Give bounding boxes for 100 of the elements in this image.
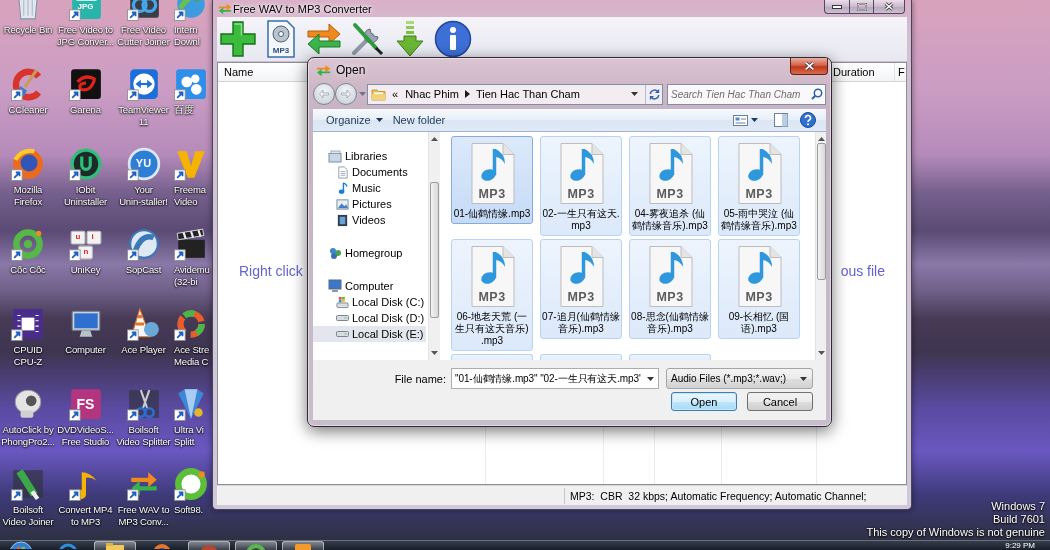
desktop-shortcut[interactable]: Cốc Cốc	[0, 225, 56, 276]
back-button[interactable]	[313, 83, 335, 105]
chevron-right-icon[interactable]	[464, 90, 470, 98]
desktop-shortcut[interactable]: Avidemu (32-bi	[172, 225, 212, 288]
arrow-down-icon[interactable]	[817, 351, 825, 355]
file-tile[interactable]: MP3 05-雨中哭泣 (仙 鹤情缘音乐).mp3	[718, 136, 800, 236]
nav-item[interactable]: Local Disk (E:)	[313, 326, 426, 342]
system-notice-text: This copy of Windows is not genuine	[866, 526, 1045, 539]
search-field[interactable]: Search Tien Hac Than Cham	[667, 83, 826, 105]
desktop-shortcut[interactable]: Ultra Vi Splitt	[172, 385, 212, 448]
arrow-up-icon[interactable]	[817, 137, 825, 141]
nav-item[interactable]: Local Disk (D:)	[313, 310, 426, 326]
desktop-shortcut[interactable]: Boilsoft Video Splitter	[115, 385, 172, 448]
taskbar-button[interactable]	[94, 541, 136, 550]
desktop-shortcut[interactable]: CPUID CPU-Z	[0, 305, 56, 368]
refresh-button[interactable]	[645, 84, 662, 104]
hint-text: ous file	[840, 263, 885, 279]
caret-icon[interactable]	[751, 118, 758, 122]
swap-arrows-icon	[316, 62, 331, 78]
taskbar-button[interactable]	[188, 541, 230, 550]
plus-icon[interactable]	[219, 20, 257, 58]
file-type-dropdown[interactable]: Audio Files (*.mp3;*.wav;)	[666, 368, 813, 389]
command-button[interactable]: Organize	[321, 111, 388, 129]
picture-icon	[336, 197, 349, 211]
maximize-button[interactable]	[849, 0, 874, 14]
folder-icon	[371, 87, 386, 101]
desktop-shortcut[interactable]: Freema Video	[172, 145, 212, 208]
window-title: Free WAV to MP3 Converter	[233, 2, 372, 15]
command-button[interactable]: New folder	[387, 111, 451, 129]
maximize-icon	[856, 2, 867, 11]
preview-pane-icon[interactable]	[774, 113, 788, 127]
search-icon[interactable]	[811, 87, 823, 100]
minimize-button[interactable]	[824, 0, 849, 14]
caret-icon	[800, 376, 807, 381]
hint-text: Right click	[239, 263, 303, 279]
scrollbar-thumb[interactable]	[430, 182, 439, 318]
file-tile[interactable]: MP3 09-长相忆 (国 语).mp3	[718, 239, 800, 339]
nav-item[interactable]: Videos	[313, 212, 426, 228]
address-bar[interactable]: « Nhac Phim Tien Hac Than Cham	[367, 83, 663, 105]
desktop-shortcut[interactable]: Convert MP4 to MP3	[56, 465, 115, 528]
caret-icon[interactable]	[647, 376, 654, 381]
file-tile[interactable]: MP3 06-地老天荒 (一 生只有这天音乐) .mp3	[451, 239, 533, 351]
view-icon[interactable]	[733, 113, 748, 127]
desktop-shortcut[interactable]: AutoClick by PhongPro2...	[0, 385, 56, 448]
dialog-button[interactable]: Open	[671, 392, 737, 411]
folder-stack-icon	[328, 149, 342, 163]
info-icon[interactable]	[434, 20, 472, 58]
desktop-shortcut[interactable]: Ace Stre Media C	[172, 305, 212, 368]
desktop-shortcut[interactable]: YU Your Unin-staller!	[115, 145, 172, 208]
arrow-up-icon[interactable]	[431, 137, 438, 141]
taskbar-button[interactable]	[282, 541, 324, 550]
nav-item[interactable]: Homegroup	[313, 245, 426, 261]
close-icon	[884, 2, 894, 11]
scrollbar[interactable]	[815, 132, 826, 360]
dialog-button[interactable]: Cancel	[747, 392, 813, 411]
arrow-right-icon	[341, 89, 351, 99]
nav-item[interactable]: Music	[313, 180, 426, 196]
system-notice-text: Build 7601	[993, 513, 1045, 526]
file-tile[interactable]: MP3 02-一生只有这天. mp3	[540, 136, 622, 236]
help-icon[interactable]	[800, 112, 816, 128]
drive-icon	[336, 295, 349, 309]
file-tile[interactable]: MP3 01-仙鹤情缘.mp3	[451, 136, 533, 224]
desktop-shortcut[interactable]: Soft98.	[172, 465, 212, 516]
nav-item[interactable]: Libraries	[313, 148, 426, 164]
taskbar-button[interactable]	[235, 541, 277, 550]
desktop-shortcut[interactable]: IObit Uninstaller	[56, 145, 115, 208]
desktop-shortcut[interactable]: Boilsoft Video Joiner	[0, 465, 56, 528]
breadcrumb-item[interactable]: Tien Hac Than Cham	[474, 88, 581, 100]
nav-item[interactable]: Computer	[313, 278, 426, 294]
nav-item[interactable]: Documents	[313, 164, 426, 180]
desktop-shortcut[interactable]: Free WAV to MP3 Conv...	[115, 465, 172, 528]
system-notice-text: Windows 7	[991, 500, 1045, 513]
swap-arrows-icon[interactable]	[305, 20, 343, 58]
file-tile[interactable]: MP3 04-雾夜追杀 (仙 鹤情缘音乐).mp3	[629, 136, 711, 236]
nav-item[interactable]: Local Disk (C:)	[313, 294, 426, 310]
start-orb-icon	[9, 541, 33, 549]
close-button[interactable]	[790, 58, 828, 75]
cluster-icon	[328, 246, 342, 260]
scrollbar-thumb[interactable]	[816, 143, 826, 280]
forward-button[interactable]	[335, 83, 357, 105]
desktop-shortcut[interactable]: Mozilla Firefox	[0, 145, 56, 208]
breadcrumb-item[interactable]: Nhac Phim	[404, 88, 460, 100]
caret-icon[interactable]	[631, 92, 638, 96]
nav-item[interactable]: Pictures	[313, 196, 426, 212]
file-tile[interactable]: MP3 08-思念(仙鹤情缘 音乐).mp3	[629, 239, 711, 339]
arrow-down-icon[interactable]	[431, 351, 438, 355]
breadcrumb-overflow-button[interactable]: «	[391, 88, 400, 100]
scrollbar[interactable]	[428, 132, 440, 360]
desktop-shortcut[interactable]: FS DVDVideoS... Free Studio	[56, 385, 115, 448]
dialog-title: Open	[336, 63, 366, 77]
desktop-shortcut[interactable]: u i n UniKey	[56, 225, 115, 276]
close-button[interactable]	[874, 0, 905, 14]
file-tile[interactable]: MP3 07-追月(仙鹤情缘 音乐).mp3	[540, 239, 622, 339]
desktop-shortcut[interactable]: Ace Player	[115, 305, 172, 356]
music-note-icon	[336, 181, 349, 195]
ring-icon	[244, 542, 268, 550]
desktop-shortcut[interactable]: SopCast	[115, 225, 172, 276]
document-icon	[336, 165, 349, 179]
desktop-shortcut[interactable]: Computer	[56, 305, 115, 356]
folder-icon	[103, 542, 127, 550]
